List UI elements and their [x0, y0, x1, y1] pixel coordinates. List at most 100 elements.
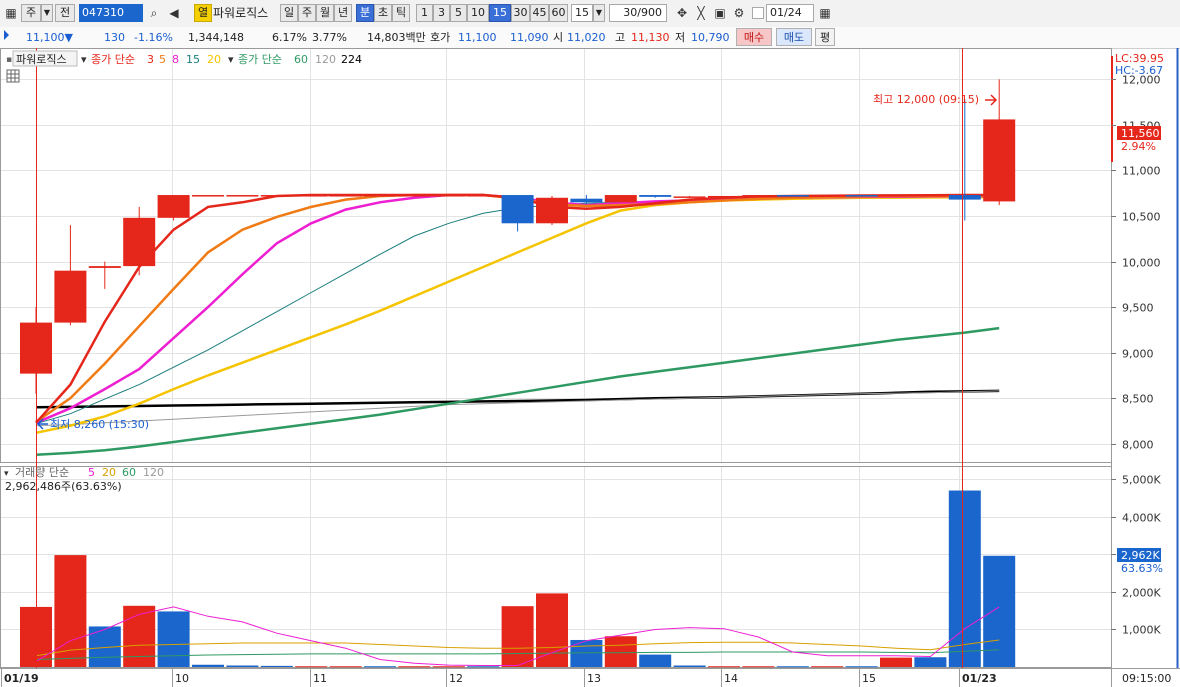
volume-bar	[639, 654, 672, 667]
period-month[interactable]: 월	[316, 4, 334, 22]
interval-3[interactable]: 3	[433, 4, 450, 22]
legend-ma8: 8	[172, 53, 179, 66]
low-label: 저	[675, 31, 686, 44]
volume-bar	[329, 666, 362, 668]
candle-body	[708, 195, 740, 198]
legend-ma224: 224	[341, 53, 362, 66]
chevron-down-icon[interactable]: ▼	[593, 4, 605, 22]
interval-15[interactable]: 15	[489, 4, 511, 22]
menu-icon[interactable]: ▪	[6, 55, 12, 65]
candle-body	[536, 197, 568, 224]
current-price: 11,100▼	[26, 31, 73, 44]
volume-legend-p120: 120	[143, 466, 164, 479]
candle-body	[157, 195, 190, 218]
price-tick-label: 11,000	[1122, 165, 1161, 178]
x-label-10: 10	[175, 672, 189, 685]
x-label-15: 15	[862, 672, 876, 685]
play-icon[interactable]	[4, 30, 9, 40]
period-tick[interactable]: 틱	[392, 4, 410, 22]
grid-icon[interactable]: ▦	[2, 4, 20, 22]
date-input[interactable]: 01/24	[766, 4, 814, 22]
period-day[interactable]: 일	[280, 4, 298, 22]
volume-bar	[570, 639, 603, 667]
x-label-12: 12	[449, 672, 463, 685]
candle-body	[570, 198, 603, 203]
volume-bar	[295, 666, 328, 668]
x-label-14: 14	[724, 672, 738, 685]
volume-bar	[880, 657, 912, 667]
calendar-icon[interactable]: ▦	[816, 4, 834, 22]
volume-bar	[776, 666, 809, 668]
candle-body	[123, 217, 156, 267]
current-pct-label: 2.94%	[1121, 140, 1156, 153]
volume-tick-label: 4,000K	[1122, 512, 1161, 525]
volume-bar	[742, 666, 775, 668]
crosshair-icon[interactable]: ✥	[673, 4, 691, 22]
candle-body	[742, 195, 775, 197]
sell-button[interactable]: 매도	[776, 28, 812, 46]
buy-button[interactable]: 매수	[736, 28, 772, 46]
chevron-down-icon[interactable]: ▼	[41, 4, 53, 22]
ask-price: 11,100	[458, 31, 497, 44]
volume-tick-label: 5,000K	[1122, 474, 1161, 487]
prev-button[interactable]: 전	[55, 4, 75, 22]
stock-code-input[interactable]: 047310	[79, 4, 143, 22]
period-year[interactable]: 년	[334, 4, 352, 22]
low-annotation: 최저 8,260 (15:30)	[50, 418, 149, 431]
volume-bar	[226, 665, 259, 667]
grid-toggle-icon[interactable]	[6, 69, 20, 83]
period-type-select[interactable]: 주	[21, 4, 41, 22]
period-second[interactable]: 초	[374, 4, 392, 22]
save-icon[interactable]: ▣	[711, 4, 729, 22]
candle-body	[639, 195, 672, 197]
candle-body	[329, 195, 362, 197]
count-input[interactable]: 30/900	[609, 4, 667, 22]
volume-bar	[673, 665, 706, 667]
high-price: 11,130	[631, 31, 670, 44]
stock-chart[interactable]: ▪ 파워로직스 ▾ 종가 단순 3 5 8 15 20 ▾ 종가 단순 60 1…	[0, 48, 1180, 687]
volume-bar	[432, 666, 465, 668]
interval-5[interactable]: 5	[450, 4, 467, 22]
price-tick-label: 9,000	[1122, 348, 1154, 361]
interval-1[interactable]: 1	[416, 4, 433, 22]
candle-body	[776, 195, 809, 197]
turnover-percent: 6.17%	[272, 31, 307, 44]
gear-icon[interactable]: ⚙	[730, 4, 748, 22]
price-tick-label: 10,000	[1122, 257, 1161, 270]
interval-10[interactable]: 10	[467, 4, 489, 22]
x-axis-time: 09:15:00	[1122, 672, 1171, 685]
open-label: 시	[553, 31, 564, 44]
candle-body	[948, 195, 981, 200]
x-axis: 01/19 10 11 12 13 14 15 01/23 09:15:00	[1, 668, 1171, 687]
volume-legend-label: 거래량 단순	[15, 466, 69, 479]
speaker-icon[interactable]: ◀	[165, 4, 183, 22]
legend-ma5: 5	[159, 53, 166, 66]
interval-30[interactable]: 30	[511, 4, 530, 22]
favorite-button[interactable]: 열	[194, 4, 212, 22]
volume-bar	[260, 665, 293, 667]
volume-bar	[914, 657, 947, 667]
candle-body	[88, 266, 121, 268]
period-week[interactable]: 주	[298, 4, 316, 22]
price-tick-label: 8,500	[1122, 393, 1154, 406]
change-percent: -1.16%	[134, 31, 173, 44]
legend-arrow-icon: ▾	[228, 53, 234, 66]
eval-button[interactable]: 평	[815, 28, 835, 46]
candle-body	[880, 195, 912, 197]
legend-ma60: 60	[294, 53, 308, 66]
bid-price: 11,090	[510, 31, 549, 44]
x-label-11: 11	[313, 672, 327, 685]
low-price: 10,790	[691, 31, 730, 44]
x-label-date2: 01/23	[962, 672, 997, 685]
date-checkbox[interactable]	[752, 7, 764, 19]
toolbar: ▦ 주 ▼ 전 047310 ⌕ ◀ 열 파워로직스 일 주 월 년 분 초 틱…	[0, 0, 1180, 28]
draw-icon[interactable]: ╳	[692, 4, 710, 22]
interval-60[interactable]: 60	[549, 4, 568, 22]
volume-bar	[192, 664, 224, 667]
interval-45[interactable]: 45	[530, 4, 549, 22]
search-icon[interactable]: ⌕	[145, 4, 163, 22]
interval-input[interactable]: 15	[571, 4, 593, 22]
volume-bar	[708, 666, 740, 668]
period-minute[interactable]: 분	[356, 4, 374, 22]
volume-legend-p20: 20	[102, 466, 116, 479]
